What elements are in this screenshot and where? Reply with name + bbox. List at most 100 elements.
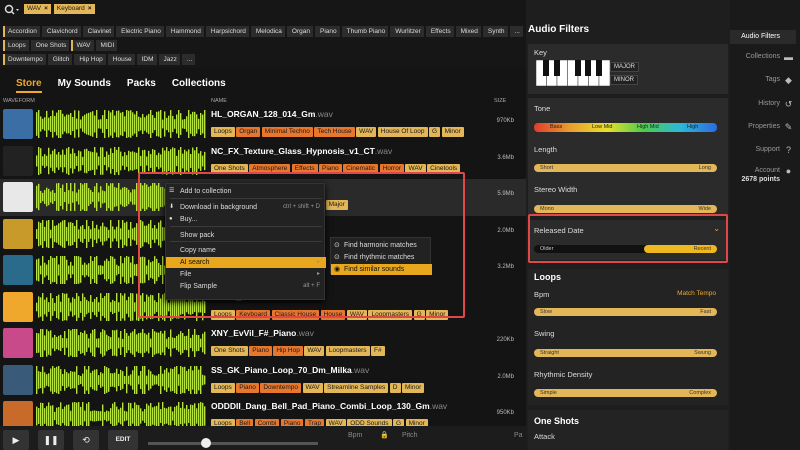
category-chip[interactable]: Downtempo [3, 54, 46, 65]
sample-tag[interactable]: WAV [356, 127, 377, 137]
sample-tag[interactable]: Downtempo [260, 382, 302, 393]
sample-name[interactable]: XNY_EvVil_F#_Piano.wav [211, 328, 314, 338]
sidebar-item-history[interactable]: History ↺ [730, 99, 796, 109]
category-chip[interactable]: Jazz [158, 54, 180, 65]
sample-name[interactable]: SS_GK_Piano_Loop_70_Dm_Milka.wav [211, 365, 369, 375]
tab-store[interactable]: Store [16, 78, 42, 93]
category-chip[interactable]: IDM [136, 54, 157, 65]
sample-tag[interactable]: WAV [325, 419, 346, 426]
tone-slider[interactable]: Bass Low Mid High Mid High [534, 123, 717, 132]
waveform-icon[interactable] [36, 144, 206, 177]
sample-tag[interactable]: Minor [405, 419, 428, 426]
sidebar-item-audio-filters[interactable]: Audio Filters [730, 30, 796, 44]
lock-icon[interactable]: 🔒 [380, 431, 389, 439]
waveform-icon[interactable] [36, 400, 206, 426]
column-name[interactable]: NAME [211, 98, 227, 104]
sidebar-item-account[interactable]: Account ● [730, 166, 796, 176]
waveform[interactable] [36, 144, 206, 177]
tab-collections[interactable]: Collections [172, 78, 226, 89]
table-row[interactable]: ODDDII_Dang_Bell_Pad_Piano_Combi_Loop_13… [0, 398, 526, 426]
table-row[interactable]: SS_GK_Piano_Loop_70_Dm_Milka.wav Loops Pia… [0, 362, 526, 399]
play-button[interactable]: ▶ [3, 430, 29, 450]
category-chip[interactable]: Thumb Piano [341, 26, 389, 37]
stereo-slider[interactable]: Mono Wide [534, 205, 717, 213]
category-chip[interactable]: Mixed [455, 26, 481, 37]
sample-name[interactable]: ODDDII_Dang_Bell_Pad_Piano_Combi_Loop_13… [211, 401, 447, 411]
waveform-icon[interactable] [36, 327, 206, 359]
category-chip[interactable]: Wurlitzer [390, 26, 424, 37]
sidebar-item-tags[interactable]: Tags ◆ [730, 75, 796, 85]
length-slider[interactable]: Short Long [534, 164, 717, 172]
sample-tag[interactable]: Loops [211, 419, 235, 426]
piano-keys[interactable] [535, 59, 611, 87]
waveform[interactable] [36, 363, 206, 396]
category-chip[interactable]: Accordion [3, 26, 40, 37]
filter-chip[interactable]: Keyboard × [53, 4, 95, 14]
sample-tag[interactable]: Piano [280, 419, 304, 426]
waveform[interactable] [36, 400, 206, 426]
volume-handle[interactable] [201, 438, 211, 448]
loop-button[interactable]: ⟲ [73, 430, 99, 450]
category-chip[interactable]: Synth [482, 26, 508, 37]
keyboard-icon[interactable] [535, 59, 611, 87]
column-waveform[interactable]: WAVEFORM [3, 98, 35, 104]
sample-name[interactable]: HL_ORGAN_128_014_Gm.wav [211, 109, 333, 119]
pack-thumbnail[interactable] [3, 218, 33, 249]
pack-thumbnail[interactable] [3, 109, 33, 139]
pack-thumbnail[interactable] [3, 328, 33, 358]
sample-tag[interactable]: F# [371, 346, 385, 356]
sample-tag[interactable]: House Of Loop [377, 127, 428, 137]
category-chip[interactable]: House [107, 54, 135, 65]
sample-tag[interactable]: Bell [236, 419, 254, 426]
sidebar-item-collections[interactable]: Collections ▬ [730, 52, 796, 62]
bpm-slider[interactable]: Slow Fast [534, 308, 717, 316]
sidebar-item-properties[interactable]: Properties ✎ [730, 122, 796, 132]
category-chip[interactable]: Electric Piano [116, 26, 164, 37]
category-chip[interactable]: Clavinet [82, 26, 115, 37]
edit-button[interactable]: EDIT [108, 430, 138, 450]
sample-tag[interactable]: WAV [302, 382, 323, 393]
sample-tag[interactable]: ODD Sounds [347, 419, 392, 426]
sample-tag[interactable]: WAV [304, 346, 325, 356]
sample-tag[interactable]: Loops [211, 382, 235, 393]
category-chip[interactable]: ... [509, 26, 523, 37]
category-chip[interactable]: ... [181, 54, 196, 65]
sample-tag[interactable]: Minor [441, 127, 464, 137]
minor-button[interactable]: MINOR [610, 75, 638, 85]
waveform[interactable] [36, 327, 206, 359]
sample-tag[interactable]: Minimal Techno [261, 127, 313, 137]
pack-thumbnail[interactable] [3, 182, 33, 212]
tab-packs[interactable]: Packs [127, 78, 156, 89]
tab-my-sounds[interactable]: My Sounds [58, 78, 111, 89]
major-button[interactable]: MAJOR [610, 62, 639, 72]
sample-tag[interactable]: D [389, 382, 401, 393]
category-chip[interactable]: WAV [71, 40, 94, 51]
sample-tag[interactable]: Trap [304, 419, 325, 426]
sample-tag[interactable]: G [393, 419, 405, 426]
volume-slider[interactable] [148, 438, 318, 448]
waveform-icon[interactable] [36, 363, 206, 396]
category-chip[interactable]: One Shots [30, 40, 70, 51]
sample-tag[interactable]: Organ [236, 127, 261, 137]
sample-tag[interactable]: Minor [402, 382, 425, 393]
sample-tag[interactable]: Combi [254, 419, 280, 426]
pack-thumbnail[interactable] [3, 291, 33, 322]
table-row[interactable]: HL_ORGAN_128_014_Gm.wav Loops Organ Minimal… [0, 106, 526, 143]
sample-tag[interactable]: Loops [211, 127, 235, 137]
category-chip[interactable]: Glitch [47, 54, 73, 65]
pack-thumbnail[interactable] [3, 255, 33, 285]
sample-tag[interactable]: Piano [249, 346, 272, 356]
category-chip[interactable]: Organ [286, 26, 313, 37]
pack-thumbnail[interactable] [3, 364, 33, 395]
pack-thumbnail[interactable] [3, 401, 33, 426]
category-chip[interactable]: Melodica [250, 26, 285, 37]
match-tempo-link[interactable]: Match Tempo [677, 290, 716, 297]
category-chip[interactable]: Hammond [165, 26, 204, 37]
category-chip[interactable]: Hip Hop [74, 54, 106, 65]
sidebar-item-support[interactable]: Support? [730, 145, 796, 155]
close-icon[interactable]: × [44, 5, 48, 12]
sample-tag[interactable]: Hip Hop [273, 346, 303, 356]
rhythm-slider[interactable]: Simple Complex [534, 389, 717, 397]
swing-slider[interactable]: Straight Swung [534, 349, 717, 357]
category-chip[interactable]: Loops [3, 40, 29, 51]
